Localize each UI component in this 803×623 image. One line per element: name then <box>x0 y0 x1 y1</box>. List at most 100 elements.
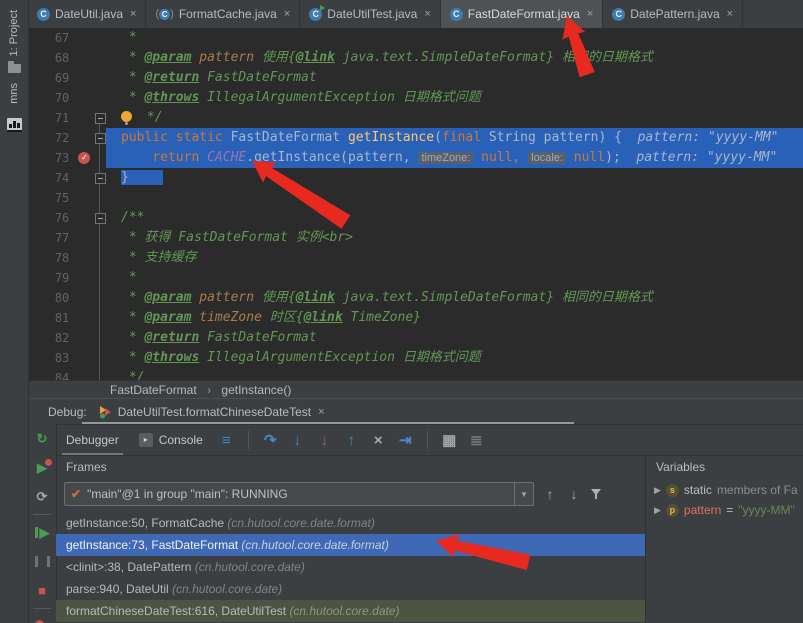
close-icon[interactable]: × <box>587 8 593 20</box>
gutter-breakpoint-area[interactable] <box>77 268 91 288</box>
gutter-breakpoint-area[interactable] <box>77 368 91 380</box>
code-line[interactable]: 75 <box>28 188 803 208</box>
step-play-icon[interactable]: ▶ <box>28 518 56 547</box>
chart-tool-icon[interactable] <box>7 118 22 132</box>
code-text[interactable]: * @throws IllegalArgumentException 日期格式问… <box>106 88 803 108</box>
stop-icon[interactable]: ■ <box>28 576 56 605</box>
code-line[interactable]: 69 * @return FastDateFormat <box>28 68 803 88</box>
show-execution-point-icon[interactable]: ≡ <box>213 432 240 449</box>
frame-row[interactable]: formatChineseDateTest:616, DateUtilTest … <box>56 600 645 622</box>
code-line[interactable]: 74} <box>28 168 803 188</box>
code-text[interactable]: * @return FastDateFormat <box>106 68 803 88</box>
code-text[interactable]: * 支持缓存 <box>106 248 803 268</box>
code-line[interactable]: 82 * @return FastDateFormat <box>28 328 803 348</box>
code-line[interactable]: 68 * @param pattern 使用{@link java.text.S… <box>28 48 803 68</box>
code-text[interactable]: * 获得 FastDateFormat 实例<br> <box>106 228 803 248</box>
step-out-icon[interactable]: ↑ <box>338 432 365 449</box>
code-text[interactable]: } <box>106 168 803 188</box>
debug-session-tab[interactable]: DateUtilTest.formatChineseDateTest × <box>99 405 325 419</box>
gutter-breakpoint-area[interactable] <box>77 128 91 148</box>
code-line[interactable]: 78 * 支持缓存 <box>28 248 803 268</box>
variable-row[interactable]: ▶sstatic members of Fa <box>646 480 803 500</box>
code-line[interactable]: 83 * @throws IllegalArgumentException 日期… <box>28 348 803 368</box>
close-icon[interactable]: × <box>424 8 430 20</box>
next-frame-button[interactable]: ↓ <box>566 486 582 502</box>
run-to-cursor-icon[interactable]: ⇥ <box>392 431 419 449</box>
gutter-breakpoint-area[interactable] <box>77 208 91 228</box>
variable-row[interactable]: ▶ppattern = "yyyy-MM" <box>646 500 803 520</box>
intention-bulb-icon[interactable] <box>121 111 132 122</box>
code-line[interactable]: 71 */ <box>28 108 803 128</box>
fold-marker-icon[interactable] <box>95 213 106 224</box>
code-line[interactable]: 79 * <box>28 268 803 288</box>
gutter-breakpoint-area[interactable] <box>77 108 91 128</box>
frame-row[interactable]: getInstance:73, FastDateFormat (cn.hutoo… <box>56 534 645 556</box>
code-line[interactable]: 84 */ <box>28 368 803 380</box>
rerun-icon[interactable]: ↻ <box>28 424 56 453</box>
gutter-breakpoint-area[interactable] <box>77 68 91 88</box>
file-tab[interactable]: CFastDateFormat.java× <box>441 0 603 28</box>
file-tab[interactable]: (C)FormatCache.java× <box>146 0 300 28</box>
expand-arrow-icon[interactable]: ▶ <box>654 485 661 496</box>
gutter-breakpoint-area[interactable] <box>77 228 91 248</box>
code-line[interactable]: 67 * <box>28 28 803 48</box>
gutter-breakpoint-area[interactable] <box>77 28 91 48</box>
close-icon[interactable]: × <box>284 8 290 20</box>
code-line[interactable]: 70 * @throws IllegalArgumentException 日期… <box>28 88 803 108</box>
breadcrumb-method[interactable]: getInstance() <box>221 383 291 397</box>
step-over-icon[interactable]: ↷ <box>257 431 284 449</box>
close-icon[interactable]: × <box>130 8 136 20</box>
code-text[interactable]: * @return FastDateFormat <box>106 328 803 348</box>
breadcrumb-class[interactable]: FastDateFormat <box>110 383 197 397</box>
tab-console[interactable]: ▸ Console <box>129 425 213 455</box>
resume-program-icon[interactable]: ▶ <box>28 453 56 482</box>
folder-icon[interactable] <box>8 64 21 73</box>
thread-dropdown[interactable]: ✔ "main"@1 in group "main": RUNNING ▼ <box>64 482 534 506</box>
breakpoint-icon[interactable]: ✓ <box>78 152 90 164</box>
code-text[interactable] <box>106 188 803 208</box>
file-tab[interactable]: CDatePattern.java× <box>603 0 743 28</box>
view-breakpoints-icon[interactable] <box>28 612 56 623</box>
tab-debugger[interactable]: Debugger <box>56 425 129 455</box>
frame-row[interactable]: <clinit>:38, DatePattern (cn.hutool.core… <box>56 556 645 578</box>
code-line[interactable]: 77 * 获得 FastDateFormat 实例<br> <box>28 228 803 248</box>
close-icon[interactable]: × <box>727 8 733 20</box>
code-text[interactable]: * @param pattern 使用{@link java.text.Simp… <box>106 288 803 308</box>
code-text[interactable]: * <box>106 28 803 48</box>
drop-frame-icon[interactable]: × <box>365 432 392 449</box>
evaluate-expression-icon[interactable]: ▦ <box>436 431 463 449</box>
gutter-breakpoint-area[interactable] <box>77 288 91 308</box>
gutter-breakpoint-area[interactable]: ✓ <box>77 148 91 168</box>
code-text[interactable]: public static FastDateFormat getInstance… <box>106 128 803 148</box>
code-line[interactable]: 80 * @param pattern 使用{@link java.text.S… <box>28 288 803 308</box>
gutter-breakpoint-area[interactable] <box>77 48 91 68</box>
code-text[interactable]: return CACHE.getInstance(pattern, timeZo… <box>106 148 803 168</box>
fold-marker-icon[interactable] <box>95 133 106 144</box>
rerun-failed-tests-icon[interactable]: ⟳ <box>28 482 56 511</box>
gutter-breakpoint-area[interactable] <box>77 168 91 188</box>
code-editor[interactable]: 67 *68 * @param pattern 使用{@link java.te… <box>28 28 803 380</box>
sidebar-item-mns[interactable]: mns <box>8 83 20 104</box>
code-line[interactable]: 72public static FastDateFormat getInstan… <box>28 128 803 148</box>
fold-marker-icon[interactable] <box>95 113 106 124</box>
step-into-icon[interactable]: ↓ <box>284 432 311 449</box>
code-line[interactable]: 76/** <box>28 208 803 228</box>
code-line[interactable]: 73✓ return CACHE.getInstance(pattern, ti… <box>28 148 803 168</box>
frame-row[interactable]: parse:940, DateUtil (cn.hutool.core.date… <box>56 578 645 600</box>
fold-marker-icon[interactable] <box>95 173 106 184</box>
frame-row[interactable]: getInstance:50, FormatCache (cn.hutool.c… <box>56 512 645 534</box>
expand-arrow-icon[interactable]: ▶ <box>654 505 661 516</box>
gutter-breakpoint-area[interactable] <box>77 188 91 208</box>
filter-icon[interactable] <box>590 489 602 500</box>
code-text[interactable]: */ <box>106 108 803 128</box>
file-tab[interactable]: CDateUtilTest.java× <box>300 0 440 28</box>
code-text[interactable]: * @param timeZone 时区{@link TimeZone} <box>106 308 803 328</box>
force-step-into-icon[interactable]: ↓ <box>311 432 338 449</box>
gutter-breakpoint-area[interactable] <box>77 308 91 328</box>
gutter-breakpoint-area[interactable] <box>77 328 91 348</box>
prev-frame-button[interactable]: ↑ <box>542 486 558 502</box>
code-line[interactable]: 81 * @param timeZone 时区{@link TimeZone} <box>28 308 803 328</box>
gutter-breakpoint-area[interactable] <box>77 248 91 268</box>
pause-icon[interactable] <box>28 547 56 576</box>
code-text[interactable]: * <box>106 268 803 288</box>
